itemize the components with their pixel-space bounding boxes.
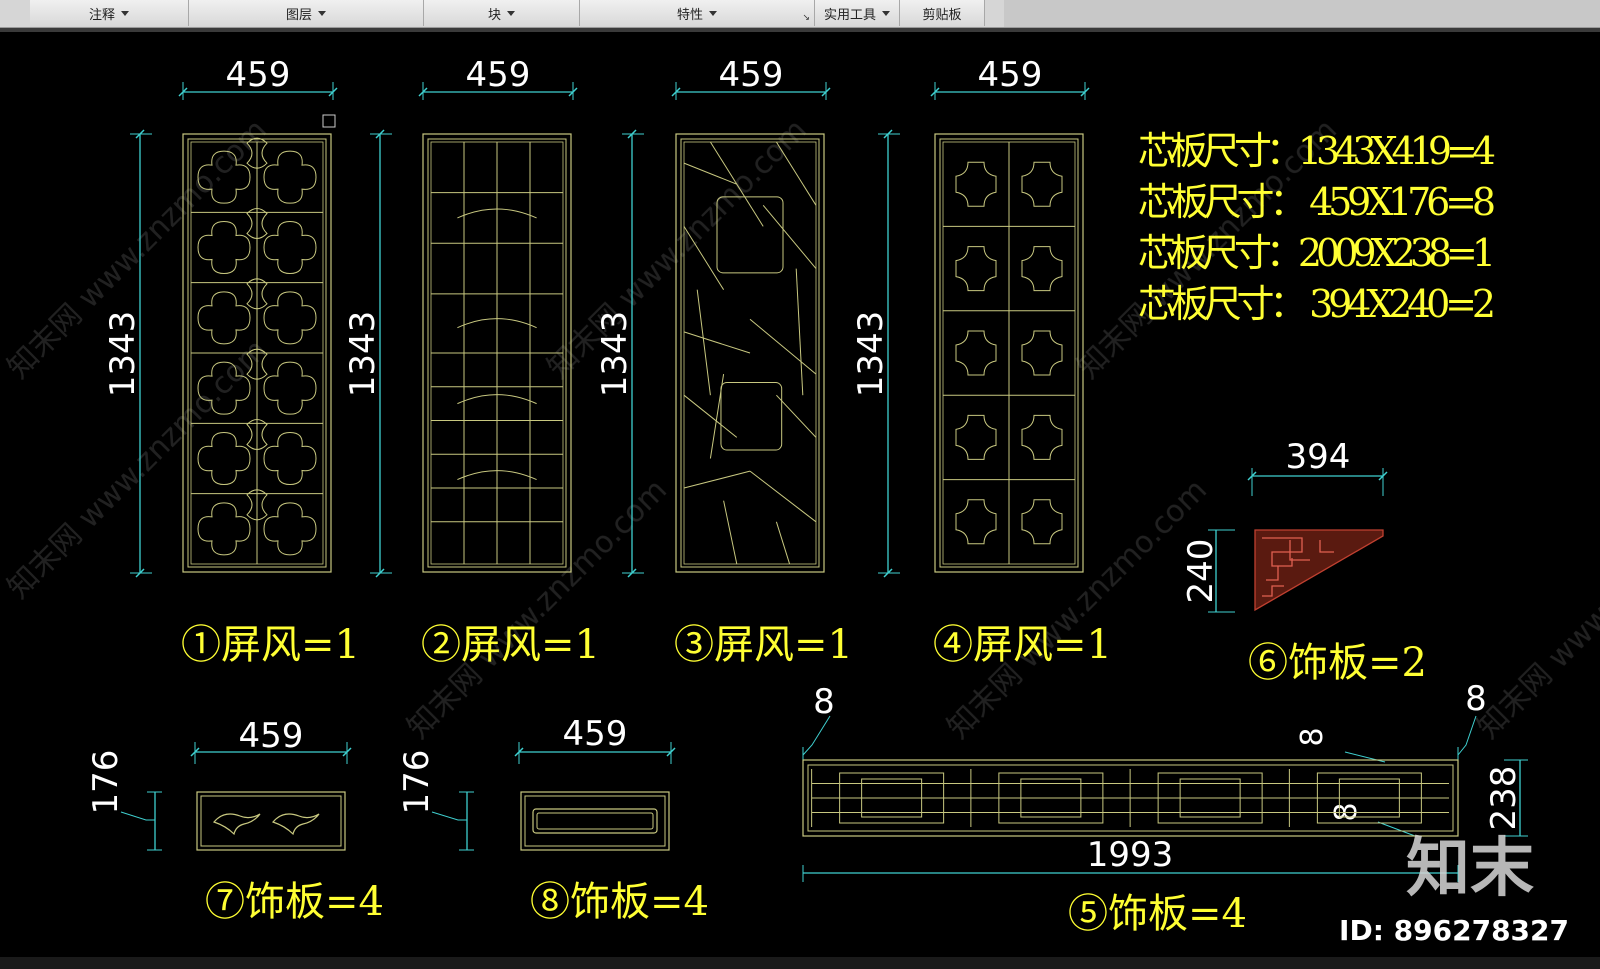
watermark-text: 知末网 www.znzmo.com bbox=[541, 113, 814, 386]
drawing-canvas[interactable]: 知末网 www.znzmo.com 知末网 www.znzmo.com 知末网 … bbox=[0, 32, 1600, 957]
watermark-text: 知末网 www.znzmo.com bbox=[941, 473, 1214, 746]
block-panel-button[interactable]: 块 bbox=[424, 0, 580, 26]
dimension-label: 176 bbox=[397, 750, 437, 815]
part-label: ⑧饰板=4 bbox=[530, 879, 709, 925]
part-label: ②屏风=1 bbox=[421, 622, 600, 668]
chevron-down-icon bbox=[882, 10, 890, 16]
annotate-panel-button[interactable]: 注释 bbox=[30, 0, 189, 26]
watermark-text: 知末网 www.znzmo.com bbox=[1471, 473, 1600, 746]
part-label: ⑦饰板=4 bbox=[205, 879, 384, 925]
properties-panel-button[interactable]: 特性 ↘ bbox=[580, 0, 815, 26]
dimension-label: 8 bbox=[1295, 727, 1330, 746]
panel-launcher-icon[interactable]: ↘ bbox=[802, 13, 810, 23]
dimension-label: 459 bbox=[226, 55, 291, 95]
dimension-label: 394 bbox=[1286, 437, 1351, 477]
dimension-label: 459 bbox=[563, 714, 628, 754]
bracket-drawing: 394 240 ⑥饰板=2 bbox=[1181, 437, 1427, 686]
part-label: ③屏风=1 bbox=[674, 622, 853, 668]
dimension-label: 176 bbox=[86, 750, 126, 815]
chevron-down-icon bbox=[709, 10, 717, 16]
dimension-label: 1343 bbox=[595, 311, 635, 398]
dimension-label: 240 bbox=[1181, 539, 1221, 604]
lattice-pattern bbox=[191, 137, 323, 564]
clipboard-panel-button[interactable]: 剪贴板 bbox=[900, 0, 985, 26]
lattice-pattern bbox=[431, 142, 563, 564]
part-label: ④屏风=1 bbox=[933, 622, 1112, 668]
dimension-label: 238 bbox=[1484, 766, 1524, 831]
dimension-label: 1343 bbox=[851, 311, 891, 398]
dimension-label: 459 bbox=[978, 55, 1043, 95]
dimension-label: 8 bbox=[813, 682, 835, 722]
dimension-label: 1343 bbox=[103, 311, 143, 398]
grip-marker[interactable] bbox=[322, 114, 336, 128]
dimension-label: 459 bbox=[466, 55, 531, 95]
screen-3-drawing: 459 1343 ③屏风=1 bbox=[595, 55, 853, 668]
note-line: 芯板尺寸：2009X238=1 bbox=[1138, 231, 1496, 275]
watermark-logo: 知末 ID: 896278327 bbox=[1339, 832, 1569, 947]
chevron-down-icon bbox=[318, 10, 326, 16]
layers-panel-button[interactable]: 图层 bbox=[189, 0, 424, 26]
ribbon-empty-area bbox=[1004, 0, 1600, 27]
panel-size-notes: 芯板尺寸：1343X419=4 芯板尺寸： 459X176=8 芯板尺寸：200… bbox=[1138, 129, 1496, 326]
part-label: ⑤饰板=4 bbox=[1068, 891, 1247, 937]
image-id: ID: 896278327 bbox=[1339, 914, 1569, 947]
dimension-label: 459 bbox=[719, 55, 784, 95]
note-line: 芯板尺寸： 459X176=8 bbox=[1138, 180, 1496, 224]
chevron-down-icon bbox=[507, 10, 515, 16]
panel-8-drawing: 459 176 ⑧饰板=4 bbox=[397, 714, 709, 925]
dimension-label: 8 bbox=[1465, 679, 1487, 719]
chevron-down-icon bbox=[121, 10, 129, 16]
note-line: 芯板尺寸： 394X240=2 bbox=[1138, 282, 1496, 326]
logo-text: 知末 bbox=[1406, 832, 1534, 906]
panel-7-drawing: 459 176 ⑦饰板=4 bbox=[86, 716, 384, 925]
note-line: 芯板尺寸：1343X419=4 bbox=[1138, 129, 1496, 173]
utilities-panel-button[interactable]: 实用工具 bbox=[815, 0, 900, 26]
dimension-label: 459 bbox=[239, 716, 304, 756]
part-label: ⑥饰板=2 bbox=[1248, 640, 1427, 686]
status-strip bbox=[0, 957, 1600, 969]
lattice-pattern bbox=[943, 142, 1075, 564]
part-label: ①屏风=1 bbox=[181, 622, 360, 668]
dimension-label: 1993 bbox=[1087, 835, 1174, 875]
dimension-label: 1343 bbox=[343, 311, 383, 398]
ribbon-bar: 注释 图层 块 特性 ↘ 实用工具 剪贴板 bbox=[0, 0, 1600, 28]
watermark-text: 知末网 www.znzmo.com bbox=[401, 473, 674, 746]
